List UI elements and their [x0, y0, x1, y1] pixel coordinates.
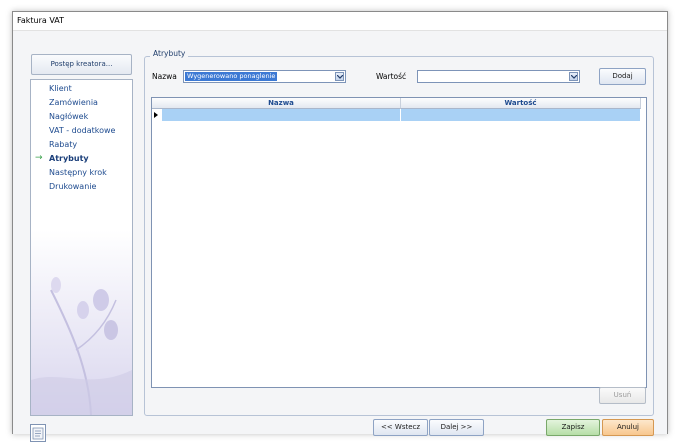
add-button[interactable]: Dodaj	[599, 68, 646, 85]
value-label: Wartość	[376, 72, 407, 81]
attributes-grid[interactable]: Nazwa Wartość	[151, 97, 647, 388]
next-button[interactable]: Dalej >>	[429, 419, 484, 436]
step-zamowienia[interactable]: Zamówienia	[49, 98, 98, 107]
step-atrybuty[interactable]: Atrybuty	[49, 154, 89, 163]
remove-button[interactable]: Usuń	[599, 387, 646, 404]
current-step-arrow-icon: →	[35, 153, 43, 163]
decorative-leaves-art	[31, 230, 132, 415]
row-indicator-icon	[154, 112, 158, 118]
step-drukowanie[interactable]: Drukowanie	[49, 182, 96, 191]
back-button[interactable]: << Wstecz	[373, 419, 428, 436]
step-nastepny-krok[interactable]: Następny krok	[49, 168, 107, 177]
name-combo[interactable]: Wygenerowano ponaglenie	[183, 70, 346, 83]
title-bar: Faktura VAT	[13, 12, 667, 30]
name-combo-value: Wygenerowano ponaglenie	[185, 72, 278, 81]
step-vat-dodatkowe[interactable]: VAT - dodatkowe	[49, 126, 115, 135]
chevron-down-icon[interactable]	[569, 72, 578, 81]
attributes-group-title: Atrybuty	[150, 49, 189, 58]
step-klient[interactable]: Klient	[49, 84, 72, 93]
save-button[interactable]: Zapisz	[546, 419, 600, 436]
chevron-down-icon[interactable]	[335, 72, 344, 81]
column-header-wartosc[interactable]: Wartość	[401, 98, 641, 109]
wizard-progress-header[interactable]: Postęp kreatora...	[31, 54, 132, 75]
value-combo[interactable]	[417, 70, 580, 83]
step-naglowek[interactable]: Nagłówek	[49, 112, 88, 121]
table-row[interactable]	[162, 109, 640, 121]
document-icon[interactable]	[30, 424, 46, 442]
column-header-nazwa[interactable]: Nazwa	[162, 98, 401, 109]
wizard-steps-panel: Klient Zamówienia Nagłówek VAT - dodatko…	[30, 79, 133, 416]
name-label: Nazwa	[152, 72, 177, 81]
wizard-window: Faktura VAT Postęp kreatora... Klient Za…	[12, 11, 668, 442]
step-rabaty[interactable]: Rabaty	[49, 140, 77, 149]
cancel-button[interactable]: Anuluj	[602, 419, 654, 436]
wizard-body: Postęp kreatora... Klient Zamówienia Nag…	[13, 30, 667, 442]
window-title: Faktura VAT	[17, 16, 65, 25]
